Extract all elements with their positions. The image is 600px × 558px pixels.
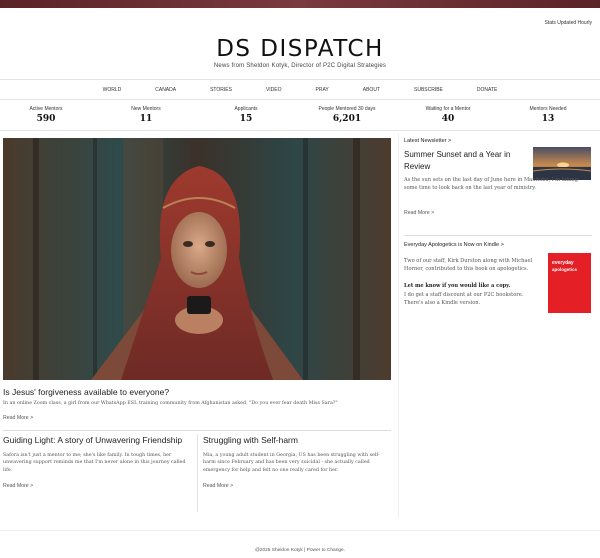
story-title[interactable]: Guiding Light: A story of Unwavering Fri… bbox=[3, 434, 191, 447]
footer-divider bbox=[0, 530, 600, 531]
newsletter-excerpt: As the sun sets on the last day of June … bbox=[404, 177, 578, 192]
site-title[interactable]: DS DISPATCH bbox=[0, 36, 600, 62]
newsletter-heading-link[interactable]: Latest Newsletter > bbox=[404, 138, 451, 144]
sidebar-divider bbox=[398, 134, 399, 518]
nav-video[interactable]: VIDEO bbox=[266, 87, 282, 93]
main-excerpt: In an online Zoom class, a girl from our… bbox=[3, 401, 338, 406]
stat-label: New Mentors bbox=[131, 106, 161, 112]
story-read-more-link[interactable]: Read More > bbox=[3, 483, 191, 489]
story-title[interactable]: Struggling with Self-harm bbox=[203, 434, 391, 447]
stat-applicants: Applicants 15 bbox=[201, 106, 291, 124]
stat-value: 11 bbox=[139, 114, 153, 124]
nav-canada[interactable]: CANADA bbox=[155, 87, 176, 93]
site-tagline: News from Sheldon Kotyk, Director of P2C… bbox=[213, 63, 387, 69]
book-copy-offer: Let me know if you would like a copy. bbox=[404, 283, 511, 289]
story-card: Guiding Light: A story of Unwavering Fri… bbox=[3, 434, 191, 489]
stat-label: Applicants bbox=[234, 106, 258, 112]
story-card: Struggling with Self-harm Mia, a young a… bbox=[203, 434, 391, 489]
newsletter-title[interactable]: Summer Sunset and a Year in Review bbox=[404, 149, 530, 173]
book-discount-note: I do get a staff discount at our P2C boo… bbox=[404, 292, 524, 307]
nav-world[interactable]: WORLD bbox=[103, 87, 122, 93]
hero-photo-illustration bbox=[3, 138, 391, 380]
book-cover-title-line2: apologetics bbox=[552, 267, 578, 272]
stat-value: 13 bbox=[541, 114, 555, 124]
masthead: DS DISPATCH News from Sheldon Kotyk, Dir… bbox=[0, 36, 600, 69]
nav-subscribe[interactable]: SUBSCRIBE bbox=[414, 87, 443, 93]
column-divider bbox=[197, 434, 198, 512]
nav-about[interactable]: ABOUT bbox=[363, 87, 380, 93]
book-heading-link[interactable]: Everyday Apologetics is Now on Kindle > bbox=[404, 242, 504, 248]
stat-people-mentored: People Mentored 30 days 6,201 bbox=[302, 106, 392, 124]
stat-value: 6,201 bbox=[332, 114, 362, 124]
book-cover-image[interactable]: everyday apologetics bbox=[548, 253, 591, 313]
book-cover-title-line1: everyday bbox=[552, 260, 574, 266]
stat-label: Mentors Needed bbox=[529, 106, 567, 112]
stat-label: People Mentored 30 days bbox=[318, 106, 376, 112]
book-description: Two of our staff, Kirk Durston along wit… bbox=[404, 258, 533, 273]
stat-value: 15 bbox=[239, 114, 253, 124]
nav-stories[interactable]: STORIES bbox=[210, 87, 232, 93]
nav-donate[interactable]: DONATE bbox=[477, 87, 497, 93]
story-excerpt: Mia, a young adult student in Georgia, U… bbox=[203, 452, 380, 473]
main-read-more-link[interactable]: Read More > bbox=[3, 415, 33, 421]
main-nav: WORLD CANADA STORIES VIDEO PRAY ABOUT SU… bbox=[0, 79, 600, 100]
stat-label: Active Mentors bbox=[29, 106, 63, 112]
stat-value: 590 bbox=[36, 114, 56, 124]
divider bbox=[3, 430, 391, 431]
main-headline[interactable]: Is Jesus' forgiveness available to every… bbox=[3, 387, 169, 397]
stats-bar: Active Mentors 590 New Mentors 11 Applic… bbox=[0, 103, 600, 131]
story-read-more-link[interactable]: Read More > bbox=[203, 483, 391, 489]
stat-active-mentors: Active Mentors 590 bbox=[1, 106, 91, 124]
stat-new-mentors: New Mentors 11 bbox=[101, 106, 191, 124]
story-excerpt: Safora isn't just a mentor to me; she's … bbox=[3, 452, 186, 473]
stats-updated-note: Stats Updated Hourly bbox=[544, 20, 592, 26]
stat-value: 40 bbox=[441, 114, 455, 124]
nav-pray[interactable]: PRAY bbox=[316, 87, 329, 93]
stat-waiting: Waiting for a Mentor 40 bbox=[403, 106, 493, 124]
hero-image[interactable] bbox=[3, 138, 391, 380]
sidebar-divider-horizontal bbox=[404, 235, 592, 236]
top-accent-bar bbox=[0, 0, 600, 8]
stat-label: Waiting for a Mentor bbox=[425, 106, 471, 112]
footer-copyright: @2025 Sheldon Kotyk | Power to Change. bbox=[254, 548, 346, 553]
newsletter-read-more-link[interactable]: Read More > bbox=[404, 210, 434, 216]
stat-mentors-needed: Mentors Needed 13 bbox=[503, 106, 593, 124]
